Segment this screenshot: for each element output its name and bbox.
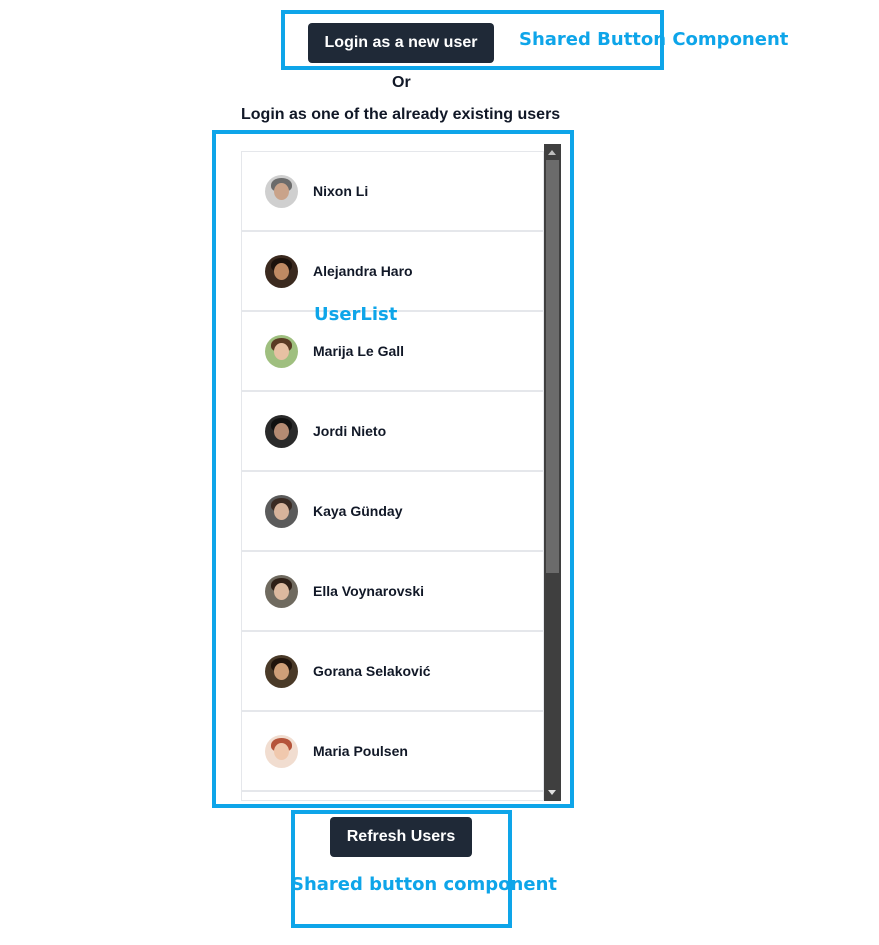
user-list[interactable]: Nixon Li Alejandra Haro Marija Le Gall J… bbox=[241, 151, 544, 801]
avatar bbox=[265, 734, 298, 768]
list-item[interactable]: Alejandra Haro bbox=[242, 232, 543, 312]
list-item[interactable]: Nixon Li bbox=[242, 152, 543, 232]
user-name: Maria Poulsen bbox=[313, 743, 408, 759]
shared-button-annotation-label-top: Shared Button Component bbox=[519, 29, 789, 50]
user-name: Nixon Li bbox=[313, 183, 369, 199]
scroll-up-arrow-icon[interactable] bbox=[548, 150, 556, 155]
or-text: Or bbox=[392, 74, 411, 91]
list-item[interactable]: Ella Voynarovski bbox=[242, 552, 543, 632]
avatar bbox=[265, 334, 298, 368]
avatar bbox=[265, 254, 298, 288]
list-item[interactable]: Maria Poulsen bbox=[242, 712, 543, 792]
user-name: Jordi Nieto bbox=[313, 423, 387, 439]
login-new-user-button[interactable]: Login as a new user bbox=[308, 23, 494, 63]
avatar bbox=[265, 414, 298, 448]
userlist-annotation-label: UserList bbox=[314, 304, 398, 325]
avatar bbox=[265, 654, 298, 688]
list-item[interactable]: Kaya Günday bbox=[242, 472, 543, 552]
user-name: Kaya Günday bbox=[313, 503, 403, 519]
existing-users-heading: Login as one of the already existing use… bbox=[241, 106, 561, 123]
avatar bbox=[265, 494, 298, 528]
scrollbar[interactable] bbox=[544, 144, 561, 801]
scroll-thumb[interactable] bbox=[546, 160, 559, 573]
user-name: Ella Voynarovski bbox=[313, 583, 425, 599]
avatar bbox=[265, 174, 298, 208]
user-name: Alejandra Haro bbox=[313, 263, 413, 279]
list-item[interactable]: Gorana Selaković bbox=[242, 632, 543, 712]
user-name: Marija Le Gall bbox=[313, 343, 405, 359]
refresh-users-button[interactable]: Refresh Users bbox=[330, 817, 472, 857]
user-name: Gorana Selaković bbox=[313, 663, 431, 679]
shared-button-annotation-label-bottom: Shared button component bbox=[291, 874, 558, 895]
list-item[interactable]: Jordi Nieto bbox=[242, 392, 543, 472]
scroll-down-arrow-icon[interactable] bbox=[548, 790, 556, 795]
avatar bbox=[265, 574, 298, 608]
